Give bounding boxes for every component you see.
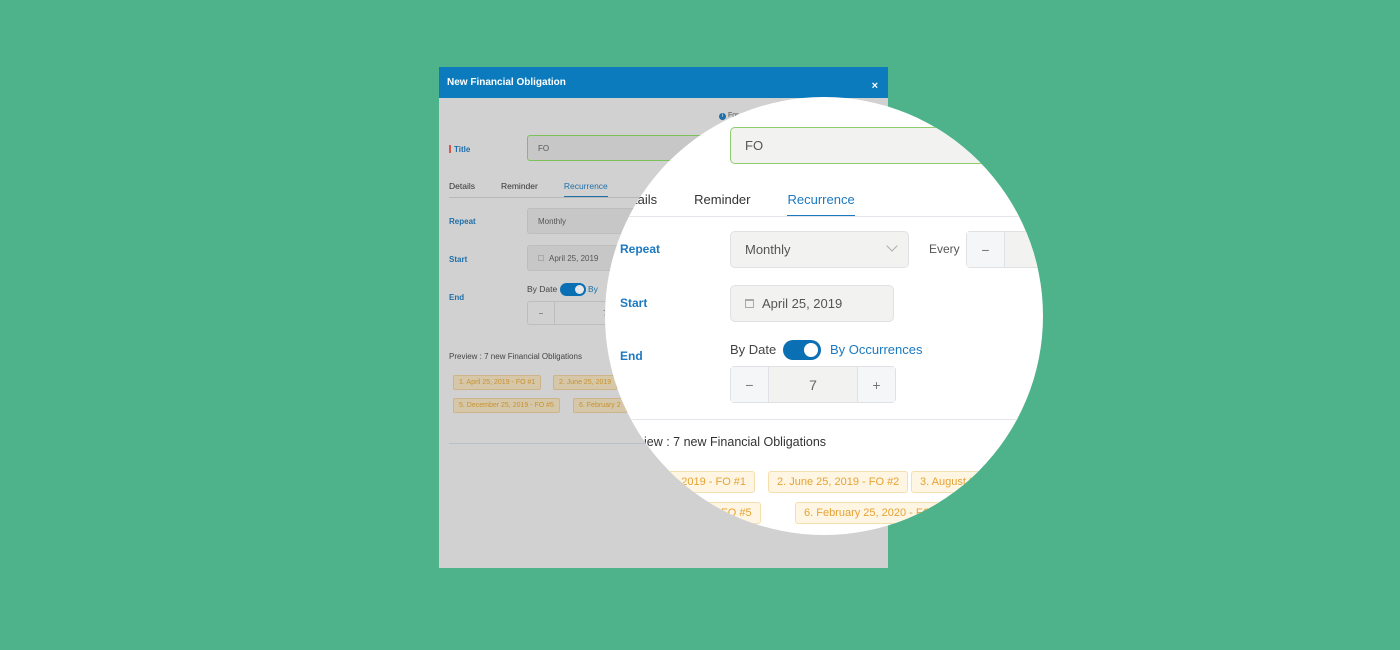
- calendar-icon: [745, 299, 754, 308]
- tab-details[interactable]: Details: [449, 181, 475, 198]
- end-mode-toggle-zoomed[interactable]: [783, 340, 821, 360]
- preview-chip[interactable]: 5. December 25, 2019 - FO #5: [453, 398, 560, 413]
- end-toggle-row: By Date By: [527, 283, 598, 296]
- tab-reminder[interactable]: Reminder: [501, 181, 538, 198]
- every-label: Every: [929, 242, 960, 256]
- occurrences-value-zoomed[interactable]: 7: [768, 367, 858, 402]
- end-by-occurrences-label-zoomed[interactable]: By Occurrences: [830, 342, 922, 357]
- magnifier-lens: FO tails Reminder Recurrence Repeat Mont…: [605, 97, 1043, 535]
- section-divider-zoomed: [605, 419, 1043, 420]
- every-value[interactable]: [1004, 232, 1043, 267]
- end-by-date-label[interactable]: By Date: [527, 284, 557, 294]
- tab-reminder-zoomed[interactable]: Reminder: [694, 192, 750, 217]
- calendar-icon: [538, 255, 544, 261]
- preview-chip[interactable]: 1. April 25, 2019 - FO #1: [453, 375, 542, 390]
- start-date-input-zoomed[interactable]: April 25, 2019: [730, 285, 894, 322]
- close-icon[interactable]: ×: [872, 80, 878, 92]
- start-label-zoomed: Start: [620, 296, 648, 310]
- decrement-button-zoomed[interactable]: −: [731, 367, 768, 402]
- end-label: End: [449, 293, 465, 302]
- preview-chip-zoomed[interactable]: 5, 2019 - FO #1: [660, 471, 756, 493]
- every-stepper: −: [966, 231, 1043, 268]
- tab-recurrence[interactable]: Recurrence: [563, 181, 608, 198]
- end-label-zoomed: End: [620, 349, 643, 363]
- dialog-title: New Financial Obligation: [447, 77, 566, 88]
- preview-title: Preview : 7 new Financial Obligations: [449, 352, 582, 361]
- dialog-header: New Financial Obligation ×: [439, 67, 888, 98]
- increment-button-zoomed[interactable]: +: [858, 367, 895, 402]
- tab-details-zoomed[interactable]: tails: [634, 192, 657, 217]
- occurrences-stepper-zoomed: − 7 +: [730, 366, 896, 403]
- decrement-button[interactable]: −: [528, 302, 554, 324]
- tab-bar-zoomed: tails Reminder Recurrence: [634, 192, 855, 217]
- start-label: Start: [449, 255, 468, 264]
- title-label: Title: [449, 145, 470, 154]
- preview-title-zoomed: iew : 7 new Financial Obligations: [644, 435, 827, 449]
- preview-chip-zoomed[interactable]: 3. August 2: [911, 471, 985, 493]
- repeat-select-zoomed[interactable]: Monthly: [730, 231, 909, 268]
- preview-chip-zoomed[interactable]: 2. June 25, 2019 - FO #2: [768, 471, 909, 493]
- tab-recurrence-zoomed[interactable]: Recurrence: [787, 192, 855, 217]
- title-input-zoomed[interactable]: FO: [730, 127, 1043, 164]
- end-by-date-label-zoomed[interactable]: By Date: [730, 342, 776, 357]
- repeat-label-zoomed: Repeat: [620, 242, 661, 256]
- preview-chip-zoomed[interactable]: 19 - FO #5: [690, 502, 761, 524]
- end-by-occurrences-label[interactable]: By: [588, 284, 598, 294]
- end-mode-toggle[interactable]: [559, 283, 586, 296]
- tab-bar: Details Reminder Recurrence: [449, 181, 608, 198]
- preview-chip-zoomed[interactable]: 6. February 25, 2020 - FO: [795, 502, 941, 524]
- repeat-label: Repeat: [449, 217, 476, 226]
- required-marker: [449, 145, 451, 153]
- chevron-down-icon: [886, 240, 898, 252]
- tab-divider-zoomed: [605, 216, 1043, 217]
- every-decrement-button[interactable]: −: [967, 232, 1004, 267]
